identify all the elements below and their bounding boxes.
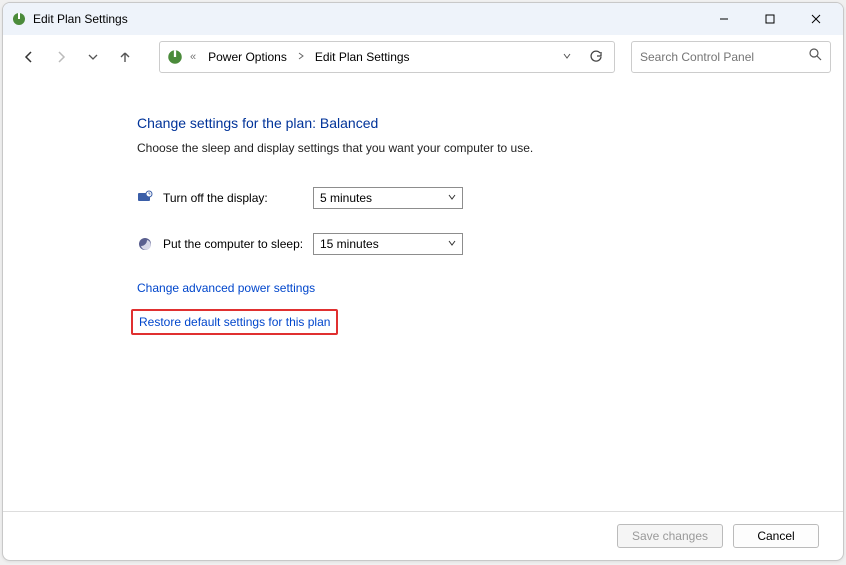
address-dropdown-icon[interactable] xyxy=(562,48,572,66)
breadcrumb-power-options[interactable]: Power Options xyxy=(204,48,291,66)
address-icon xyxy=(166,48,184,66)
links-area: Change advanced power settings Restore d… xyxy=(137,281,843,349)
search-icon[interactable] xyxy=(809,48,822,66)
window-title: Edit Plan Settings xyxy=(33,12,128,26)
chevron-down-icon xyxy=(446,237,458,252)
address-bar[interactable]: « Power Options Edit Plan Settings xyxy=(159,41,615,73)
window: Edit Plan Settings « Powe xyxy=(2,2,844,561)
chevrons-icon: « xyxy=(190,51,196,63)
content-area: Change settings for the plan: Balanced C… xyxy=(3,79,843,511)
sleep-setting-row: Put the computer to sleep: 15 minutes xyxy=(137,233,843,255)
sleep-icon xyxy=(137,236,153,252)
footer: Save changes Cancel xyxy=(3,511,843,560)
advanced-settings-link[interactable]: Change advanced power settings xyxy=(137,281,315,295)
display-value: 5 minutes xyxy=(320,191,372,205)
display-label: Turn off the display: xyxy=(163,191,313,205)
minimize-button[interactable] xyxy=(701,3,747,35)
close-button[interactable] xyxy=(793,3,839,35)
search-input[interactable] xyxy=(640,50,809,64)
save-button[interactable]: Save changes xyxy=(617,524,723,548)
chevron-down-icon xyxy=(446,191,458,206)
display-icon xyxy=(137,190,153,206)
restore-defaults-link[interactable]: Restore default settings for this plan xyxy=(131,309,338,335)
refresh-button[interactable] xyxy=(584,45,608,69)
cancel-button[interactable]: Cancel xyxy=(733,524,819,548)
forward-button[interactable] xyxy=(47,43,75,71)
breadcrumb-edit-plan[interactable]: Edit Plan Settings xyxy=(311,48,414,66)
app-icon xyxy=(11,11,27,27)
recent-locations-button[interactable] xyxy=(79,43,107,71)
sleep-label: Put the computer to sleep: xyxy=(163,237,313,251)
maximize-button[interactable] xyxy=(747,3,793,35)
display-select[interactable]: 5 minutes xyxy=(313,187,463,209)
display-setting-row: Turn off the display: 5 minutes xyxy=(137,187,843,209)
nav-row: « Power Options Edit Plan Settings xyxy=(3,35,843,79)
chevron-right-icon xyxy=(297,52,305,63)
up-button[interactable] xyxy=(111,43,139,71)
titlebar: Edit Plan Settings xyxy=(3,3,843,35)
page-subtext: Choose the sleep and display settings th… xyxy=(137,141,843,155)
page-heading: Change settings for the plan: Balanced xyxy=(137,115,843,131)
back-button[interactable] xyxy=(15,43,43,71)
sleep-value: 15 minutes xyxy=(320,237,379,251)
search-box[interactable] xyxy=(631,41,831,73)
sleep-select[interactable]: 15 minutes xyxy=(313,233,463,255)
